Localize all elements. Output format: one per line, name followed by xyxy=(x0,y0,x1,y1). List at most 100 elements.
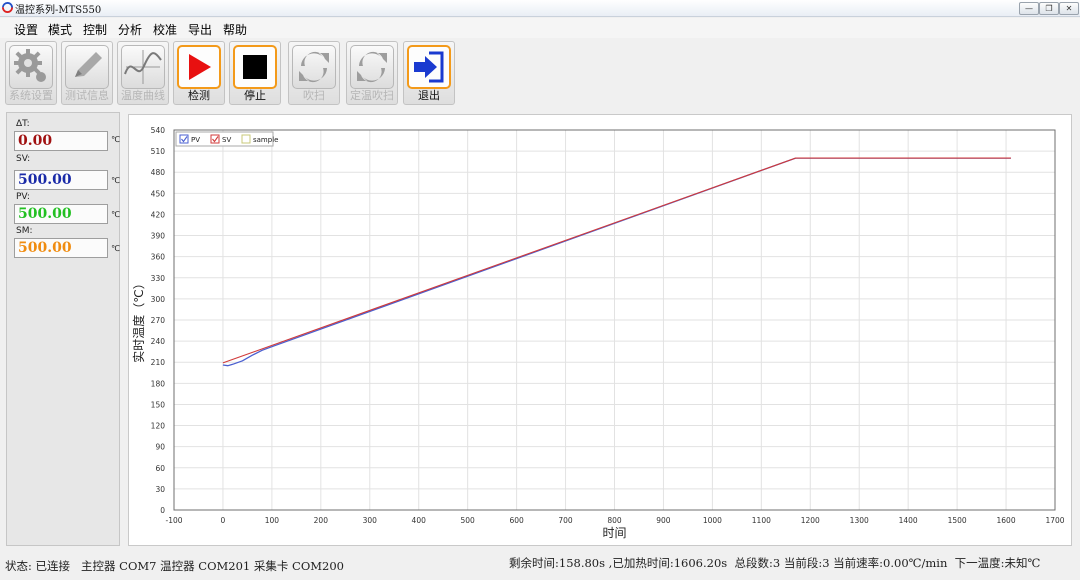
title-bar: 温控系列-MTS550 — ❐ ✕ xyxy=(0,0,1080,17)
y-tick-label: 390 xyxy=(151,232,166,241)
x-tick-label: 500 xyxy=(461,516,476,525)
y-tick-label: 0 xyxy=(160,506,165,515)
y-tick-label: 270 xyxy=(151,316,166,325)
y-tick-label: 300 xyxy=(151,295,166,304)
y-tick-label: 450 xyxy=(151,189,166,198)
delta-t-label: ΔT: xyxy=(16,119,30,129)
y-tick-label: 210 xyxy=(151,358,166,367)
sv-label: SV: xyxy=(16,154,31,164)
pv-unit: ℃ xyxy=(111,210,120,219)
x-tick-label: 200 xyxy=(314,516,329,525)
restore-button[interactable]: ❐ xyxy=(1039,2,1059,15)
x-tick-label: 100 xyxy=(265,516,280,525)
status-bar: 状态: 已连接 主控器 COM7 温控器 COM201 采集卡 COM200 剩… xyxy=(0,552,1080,580)
legend-label: SV xyxy=(222,136,231,144)
y-tick-label: 120 xyxy=(151,422,166,431)
x-tick-label: 1100 xyxy=(752,516,771,525)
x-tick-label: 300 xyxy=(363,516,378,525)
legend-label: PV xyxy=(191,136,200,144)
delta-t-value: 0.00 xyxy=(14,131,108,151)
x-tick-label: 400 xyxy=(412,516,427,525)
legend-checkbox xyxy=(179,134,189,144)
refresh-arrows-icon xyxy=(350,45,394,89)
menu-control[interactable]: 控制 xyxy=(83,21,107,38)
x-tick-label: 600 xyxy=(509,516,524,525)
toolbar-label: 吹扫 xyxy=(303,89,325,102)
temperature-curve-button[interactable]: 温度曲线 xyxy=(117,41,169,105)
pv-value: 500.00 xyxy=(14,204,108,224)
x-tick-label: 1400 xyxy=(899,516,918,525)
readout-panel: ΔT: 0.00 ℃ SV: 500.00 ℃ PV: 500.00 ℃ SM:… xyxy=(6,112,120,546)
x-tick-label: 900 xyxy=(656,516,671,525)
y-tick-label: 540 xyxy=(151,126,166,135)
toolbar-label: 检测 xyxy=(188,89,210,102)
x-tick-label: 1500 xyxy=(948,516,967,525)
test-info-button[interactable]: 测试信息 xyxy=(61,41,113,105)
play-icon xyxy=(177,45,221,89)
delta-t-unit: ℃ xyxy=(111,135,120,144)
y-axis-title: 实时温度（℃） xyxy=(131,277,146,362)
y-tick-label: 420 xyxy=(151,210,166,219)
sm-label: SM: xyxy=(16,226,33,236)
toolbar-label: 停止 xyxy=(244,89,266,102)
gear-icon xyxy=(9,45,53,89)
window-title: 温控系列-MTS550 xyxy=(15,5,102,16)
x-tick-label: 700 xyxy=(558,516,573,525)
system-settings-button[interactable]: 系统设置 xyxy=(5,41,57,105)
toolbar-label: 温度曲线 xyxy=(121,89,165,102)
toolbar: 系统设置 测试信息 温度曲线 检测 停止 吹扫 定温吹扫 退出 xyxy=(0,40,1080,106)
y-tick-label: 180 xyxy=(151,379,166,388)
minimize-button[interactable]: — xyxy=(1019,2,1039,15)
menu-calibration[interactable]: 校准 xyxy=(153,21,177,38)
app-logo-icon xyxy=(2,2,13,13)
refresh-arrows-icon xyxy=(292,45,336,89)
y-tick-label: 480 xyxy=(151,168,166,177)
menu-export[interactable]: 导出 xyxy=(188,21,212,38)
temperature-chart: -100 0 100 200 300 400 500 600 700 800 900 1000 1100… xyxy=(131,126,1065,540)
y-tick-label: 60 xyxy=(155,464,165,473)
close-button[interactable]: ✕ xyxy=(1059,2,1079,15)
x-tick-label: -100 xyxy=(165,516,182,525)
detect-button[interactable]: 检测 xyxy=(173,41,225,105)
menu-help[interactable]: 帮助 xyxy=(223,21,247,38)
y-tick-label: 240 xyxy=(151,337,166,346)
run-status: 剩余时间:158.80s ,已加热时间:1606.20s 总段数:3 当前段:3… xyxy=(509,556,1041,570)
stop-icon xyxy=(233,45,277,89)
chart-panel: -100 0 100 200 300 400 500 600 700 800 900 1000 1100… xyxy=(128,114,1072,546)
exit-button[interactable]: 退出 xyxy=(403,41,455,105)
sv-value: 500.00 xyxy=(14,170,108,190)
y-tick-label: 90 xyxy=(155,443,165,452)
x-tick-label: 1000 xyxy=(703,516,722,525)
y-tick-label: 510 xyxy=(151,147,166,156)
toolbar-label: 测试信息 xyxy=(65,89,109,102)
y-tick-label: 330 xyxy=(151,274,166,283)
y-tick-label: 360 xyxy=(151,253,166,262)
y-tick-label: 30 xyxy=(155,485,165,494)
sm-unit: ℃ xyxy=(111,244,120,253)
legend-checkbox xyxy=(210,134,220,144)
exit-arrow-icon xyxy=(407,45,451,89)
pencil-icon xyxy=(65,45,109,89)
constant-temp-purge-button[interactable]: 定温吹扫 xyxy=(346,41,398,105)
menu-mode[interactable]: 模式 xyxy=(48,21,72,38)
toolbar-label: 系统设置 xyxy=(9,89,53,102)
x-tick-label: 1200 xyxy=(801,516,820,525)
x-axis-title: 时间 xyxy=(602,526,626,540)
stop-button[interactable]: 停止 xyxy=(229,41,281,105)
x-tick-label: 1600 xyxy=(997,516,1016,525)
menu-analysis[interactable]: 分析 xyxy=(118,21,142,38)
menu-settings[interactable]: 设置 xyxy=(14,21,38,38)
menu-bar: 设置 模式 控制 分析 校准 导出 帮助 xyxy=(0,18,1080,38)
x-tick-label: 1300 xyxy=(850,516,869,525)
legend-checkbox xyxy=(241,134,251,144)
curve-chart-icon xyxy=(121,45,165,89)
toolbar-label: 退出 xyxy=(418,89,440,102)
purge-button[interactable]: 吹扫 xyxy=(288,41,340,105)
sv-unit: ℃ xyxy=(111,176,120,185)
x-tick-label: 0 xyxy=(221,516,226,525)
legend-label: sample xyxy=(253,136,278,144)
pv-label: PV: xyxy=(16,192,30,202)
sm-value: 500.00 xyxy=(14,238,108,258)
x-tick-label: 800 xyxy=(607,516,622,525)
x-tick-label: 1700 xyxy=(1045,516,1064,525)
